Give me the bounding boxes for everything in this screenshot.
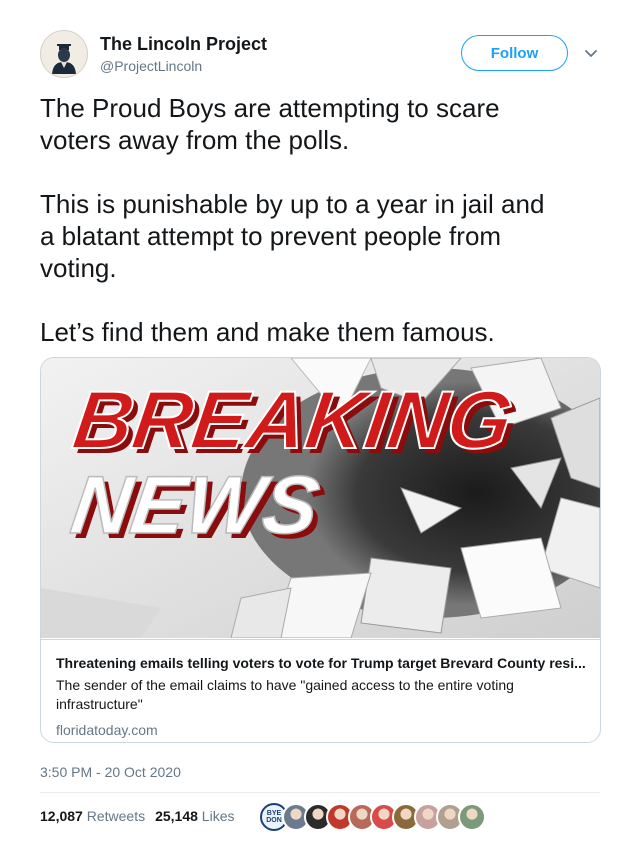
likes-stat[interactable]: 25,148 Likes <box>155 808 234 824</box>
tweet-text: The Proud Boys are attempting to scare v… <box>40 92 600 380</box>
retweets-count: 12,087 <box>40 808 83 824</box>
breaking-text: BREAKING <box>68 374 518 466</box>
likes-count: 25,148 <box>155 808 198 824</box>
breaking-news-image: BREAKING BREAKING NEWS NEWS <box>41 358 600 638</box>
follow-button[interactable]: Follow <box>461 35 568 71</box>
tweet-stats: 12,087 Retweets 25,148 Likes <box>40 808 234 824</box>
tweet-timestamp[interactable]: 3:50 PM - 20 Oct 2020 <box>40 764 181 780</box>
link-card[interactable]: BREAKING BREAKING NEWS NEWS Threatening … <box>40 357 601 743</box>
card-body[interactable]: Threatening emails telling voters to vot… <box>41 639 600 742</box>
news-text: NEWS <box>66 459 325 551</box>
user-handle[interactable]: @ProjectLincoln <box>100 58 202 74</box>
profile-avatar[interactable] <box>40 30 88 78</box>
card-description: The sender of the email claims to have "… <box>56 677 514 712</box>
card-domain: floridatoday.com <box>56 722 158 738</box>
tweet-paragraph: This is punishable by up to a year in ja… <box>40 189 545 283</box>
likes-label: Likes <box>201 808 235 824</box>
tweet-paragraph: The Proud Boys are attempting to scare v… <box>40 93 500 155</box>
card-title[interactable]: Threatening emails telling voters to vot… <box>56 654 585 672</box>
liker-avatar[interactable] <box>458 803 486 831</box>
tweet-paragraph: Let’s find them and make them famous. <box>40 317 495 347</box>
user-display-name[interactable]: The Lincoln Project <box>100 34 267 55</box>
liker-avatars: BYE DON <box>260 803 486 831</box>
retweets-label: Retweets <box>86 808 146 824</box>
card-image: BREAKING BREAKING NEWS NEWS <box>41 358 600 638</box>
lincoln-portrait-icon <box>44 34 84 74</box>
retweets-stat[interactable]: 12,087 Retweets <box>40 808 145 824</box>
chevron-down-icon[interactable] <box>584 46 598 60</box>
divider <box>40 792 600 793</box>
tweet-container: The Lincoln Project @ProjectLincoln Foll… <box>0 0 640 844</box>
